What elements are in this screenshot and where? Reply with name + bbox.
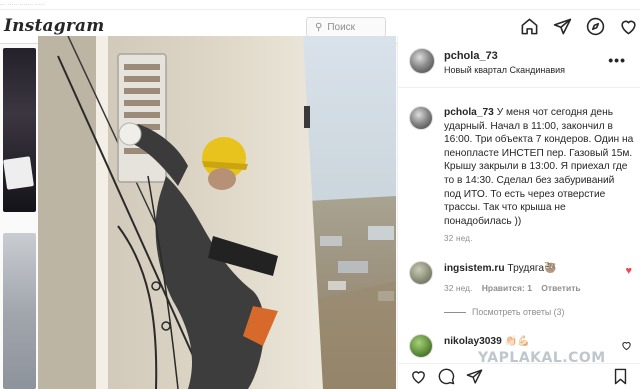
- comment-text: ingsistem.ru Трудяга🦥: [444, 263, 557, 274]
- share-icon[interactable]: [466, 368, 483, 385]
- direct-icon[interactable]: [553, 17, 572, 36]
- nav-icons: [520, 17, 640, 36]
- avatar[interactable]: [409, 106, 433, 130]
- comment-body: Трудяга🦥: [507, 263, 557, 274]
- comment-body: 👏🏻💪🏻: [504, 336, 530, 347]
- activity-icon[interactable]: [619, 17, 638, 36]
- caption-timestamp: 32 нед.: [444, 234, 473, 243]
- search-icon: ⚲: [315, 21, 323, 33]
- post-photo[interactable]: [38, 36, 396, 389]
- avatar[interactable]: [409, 48, 435, 74]
- caption-body: У меня чот сегодня день ударный. Начал в…: [444, 107, 634, 227]
- comment-username[interactable]: ingsistem.ru: [444, 263, 505, 274]
- avatar[interactable]: [409, 261, 433, 285]
- feed-background: [0, 44, 38, 389]
- comment-meta: 32 нед. Нравится: 1 Ответить: [444, 283, 588, 293]
- like-heart-icon[interactable]: [410, 368, 427, 385]
- caption-username[interactable]: pchola_73: [444, 107, 494, 118]
- url-fragment: ... ..... ....... .....: [0, 0, 45, 7]
- sticker-image: [3, 156, 34, 190]
- more-options-icon[interactable]: •••: [608, 52, 626, 68]
- reply-button[interactable]: Ответить: [541, 283, 580, 293]
- save-bookmark-icon[interactable]: [612, 368, 629, 385]
- comment-bubble-icon[interactable]: [438, 368, 455, 385]
- replies-divider: [444, 311, 466, 313]
- comment-timestamp: 32 нед.: [444, 283, 473, 293]
- search-placeholder: Поиск: [327, 21, 356, 33]
- post-detail-panel: pchola_73 Новый квартал Скандинавия ••• …: [397, 36, 640, 389]
- home-icon[interactable]: [520, 17, 539, 36]
- liked-heart-icon[interactable]: ♥: [625, 265, 632, 277]
- browser-strip: ... ..... ....... .....: [0, 0, 640, 10]
- like-heart-icon[interactable]: [621, 340, 632, 351]
- avatar[interactable]: [409, 334, 433, 358]
- view-replies-toggle[interactable]: Посмотреть ответы (3): [444, 307, 564, 317]
- post-location[interactable]: Новый квартал Скандинавия: [444, 65, 565, 75]
- caption-text: pchola_73 У меня чот сегодня день ударны…: [444, 106, 634, 228]
- comment-likes[interactable]: Нравится: 1: [482, 283, 532, 293]
- search-input[interactable]: ⚲ Поиск: [306, 17, 386, 37]
- post-header: pchola_73 Новый квартал Скандинавия •••: [398, 36, 640, 88]
- watermark: YAPLAKAL.COM: [478, 350, 606, 366]
- background-post-thumbnail[interactable]: [3, 48, 36, 212]
- explore-icon[interactable]: [586, 17, 605, 36]
- comment-username[interactable]: nikolay3039: [444, 336, 502, 347]
- view-replies-label: Посмотреть ответы (3): [472, 307, 565, 317]
- background-post-thumbnail[interactable]: [3, 233, 36, 389]
- author-username[interactable]: pchola_73: [444, 50, 498, 62]
- post-action-bar: [398, 363, 640, 389]
- comment-text: nikolay3039 👏🏻💪🏻: [444, 336, 530, 347]
- instagram-logo[interactable]: Instagram: [4, 16, 104, 36]
